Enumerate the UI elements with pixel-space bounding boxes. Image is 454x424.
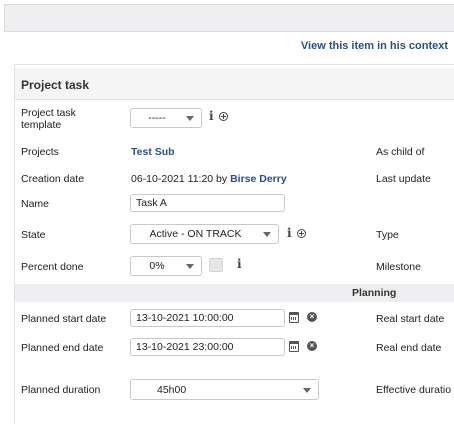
- percent-done-select[interactable]: 0%: [130, 256, 202, 276]
- info-icon[interactable]: i: [209, 109, 214, 123]
- percent-done-value: 0%: [149, 260, 165, 272]
- planned-start-label: Planned start date: [21, 313, 107, 325]
- state-select-value: Active - ON TRACK: [149, 228, 242, 240]
- creation-date-label: Creation date: [21, 173, 85, 185]
- info-icon[interactable]: i: [237, 257, 242, 271]
- section-header: Project task: [15, 68, 454, 100]
- projects-value[interactable]: Test Sub: [131, 146, 175, 158]
- last-update-label: Last update: [376, 173, 431, 185]
- projects-label: Projects: [21, 146, 59, 158]
- template-select[interactable]: -----: [130, 108, 202, 128]
- real-start-label: Real start date: [376, 313, 445, 325]
- planned-duration-label: Planned duration: [21, 384, 101, 396]
- chevron-down-icon: [303, 388, 311, 393]
- view-in-context-link[interactable]: View this item in his context: [301, 40, 448, 52]
- name-label: Name: [21, 198, 50, 210]
- planned-duration-select[interactable]: 45h00: [130, 379, 319, 400]
- planned-start-input[interactable]: [130, 309, 285, 327]
- state-label: State: [21, 229, 46, 241]
- info-icon[interactable]: i: [287, 226, 292, 240]
- template-label: Project task template: [21, 107, 76, 131]
- creation-date-value: 06-10-2021 11:20 by Birse Derry: [131, 173, 287, 185]
- creation-date-text: 06-10-2021 11:20 by: [131, 173, 228, 185]
- planned-end-input[interactable]: [130, 338, 285, 356]
- state-select[interactable]: Active - ON TRACK: [130, 224, 279, 244]
- clear-icon[interactable]: ×: [307, 341, 317, 351]
- planned-end-label: Planned end date: [21, 342, 104, 354]
- planning-title: Planning: [352, 287, 397, 299]
- name-input[interactable]: [130, 194, 285, 212]
- chevron-down-icon: [186, 116, 194, 121]
- clear-icon[interactable]: ×: [307, 312, 317, 322]
- as-child-of-label: As child of: [376, 146, 425, 158]
- planning-section-header: Planning: [15, 284, 454, 302]
- section-title: Project task: [21, 78, 90, 92]
- effective-duration-label: Effective duratio: [376, 384, 452, 396]
- percent-checkbox[interactable]: [209, 258, 223, 272]
- type-label: Type: [376, 229, 399, 241]
- calendar-icon[interactable]: [289, 341, 299, 352]
- real-end-label: Real end date: [376, 342, 442, 354]
- milestone-label: Milestone: [376, 261, 421, 273]
- calendar-icon[interactable]: [289, 312, 299, 323]
- creator-link[interactable]: Birse Derry: [230, 173, 287, 185]
- planned-duration-value: 45h00: [157, 384, 187, 396]
- add-circle-icon[interactable]: [297, 229, 306, 238]
- add-circle-icon[interactable]: [219, 112, 228, 121]
- template-select-value: -----: [148, 112, 166, 124]
- project-link[interactable]: Test Sub: [131, 146, 175, 158]
- top-toolbar: [4, 4, 454, 32]
- chevron-down-icon: [186, 264, 194, 269]
- percent-done-label: Percent done: [21, 261, 84, 273]
- chevron-down-icon: [263, 232, 271, 237]
